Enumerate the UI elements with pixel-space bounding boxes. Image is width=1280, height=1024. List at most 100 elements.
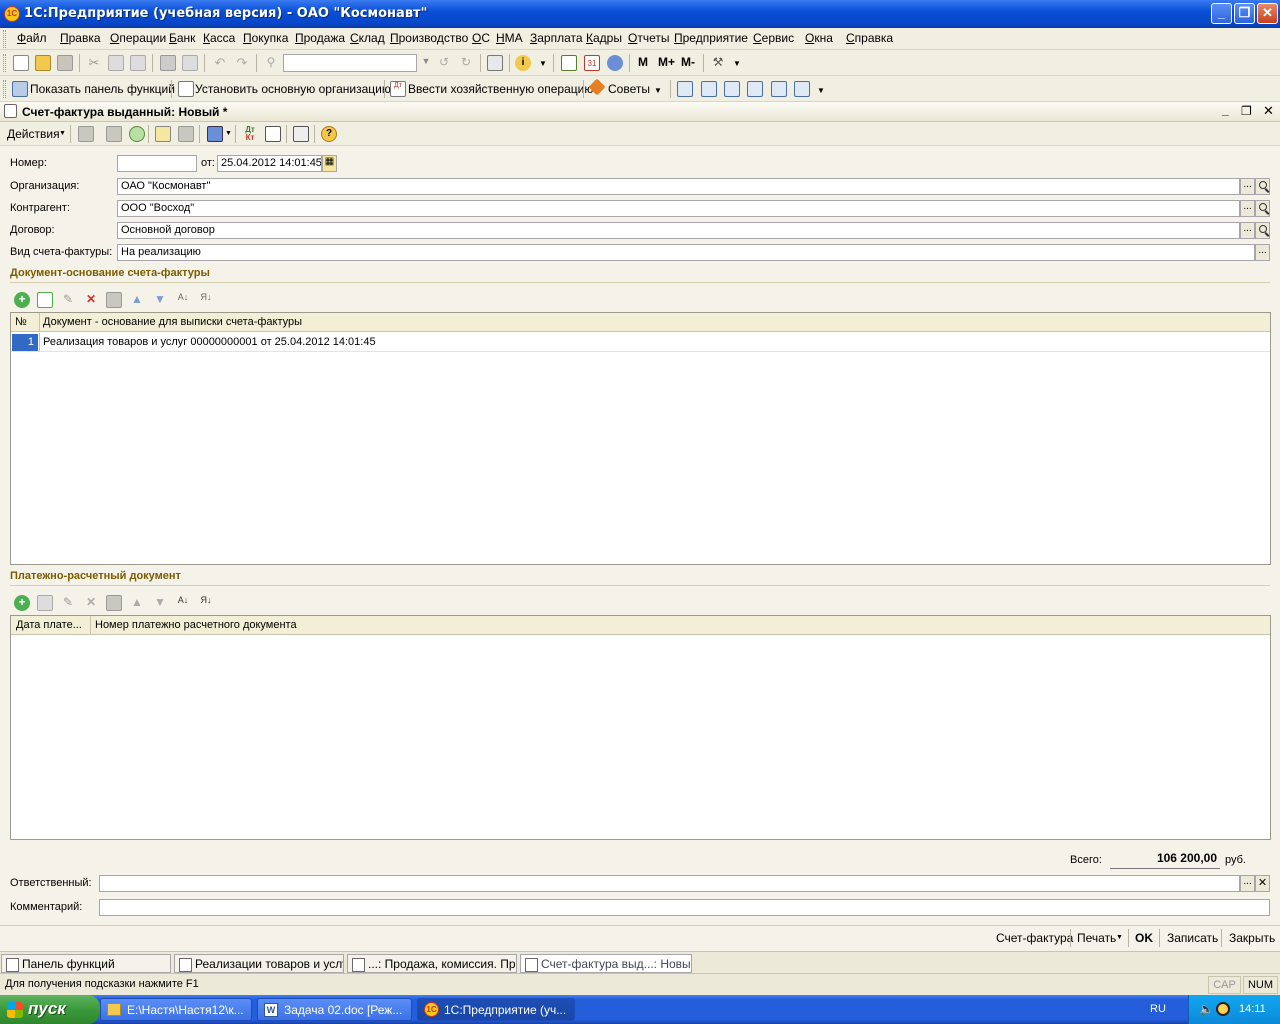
post-icon[interactable] xyxy=(78,126,94,142)
show-functions-panel-button[interactable]: Показать панель функций xyxy=(30,82,175,96)
close-document-button[interactable]: Закрыть xyxy=(1229,931,1275,945)
comment-field[interactable] xyxy=(99,899,1270,916)
contractor-field[interactable]: ООО "Восход" xyxy=(117,200,1240,217)
organization-open-icon[interactable] xyxy=(1255,178,1270,195)
paste-icon[interactable] xyxy=(130,55,146,71)
journal-icon[interactable] xyxy=(677,81,693,97)
print-preview-icon[interactable] xyxy=(182,55,198,71)
calculator-icon[interactable] xyxy=(561,55,577,71)
tab-sales-list[interactable]: Реализации товаров и услуг xyxy=(174,954,344,973)
language-indicator[interactable]: RU xyxy=(1150,1003,1166,1015)
column-header-document[interactable]: Документ - основание для выписки счета-ф… xyxy=(43,316,302,328)
date-field[interactable]: 25.04.2012 14:01:45 xyxy=(217,155,322,172)
start-button[interactable]: пуск xyxy=(0,995,100,1024)
undo-icon[interactable]: ↶ xyxy=(212,55,228,71)
unpost-icon[interactable] xyxy=(106,126,122,142)
help-icon[interactable]: ? xyxy=(321,126,337,142)
menu-windows[interactable]: Окна xyxy=(805,31,833,45)
row-number-cell[interactable]: 1 xyxy=(12,334,38,351)
table-row[interactable]: 1 Реализация товаров и услуг 00000000001… xyxy=(11,333,1270,352)
actions-dropdown-icon[interactable]: ▼ xyxy=(59,130,66,137)
contract-open-icon[interactable] xyxy=(1255,222,1270,239)
more-dropdown-icon[interactable]: ▼ xyxy=(813,86,829,102)
move-up-icon[interactable]: ▲ xyxy=(129,292,145,308)
responsible-select-button[interactable]: ... xyxy=(1240,875,1255,892)
save-icon[interactable] xyxy=(57,55,73,71)
tab-invoice[interactable]: Счет-фактура выд...: Новый * xyxy=(520,954,692,973)
search-dropdown-icon[interactable]: ▼ xyxy=(418,56,434,72)
menu-help[interactable]: Справка xyxy=(846,31,893,45)
tips-button[interactable]: Советы xyxy=(608,82,650,96)
save-button[interactable]: Записать xyxy=(1167,931,1218,945)
tools-dropdown-icon[interactable]: ▼ xyxy=(729,59,745,75)
organization-field[interactable]: ОАО "Космонавт" xyxy=(117,178,1240,195)
search-prev-icon[interactable]: ↺ xyxy=(436,55,452,71)
menu-fixed-assets[interactable]: ОС xyxy=(472,31,490,45)
sort-asc-payment-icon[interactable]: A↓ xyxy=(175,595,191,611)
actions-menu[interactable]: Действия xyxy=(7,127,60,141)
move-up-payment-icon[interactable]: ▲ xyxy=(129,595,145,611)
task-word[interactable]: W Задача 02.doc [Реж... xyxy=(257,998,412,1021)
move-down-payment-icon[interactable]: ▼ xyxy=(152,595,168,611)
menu-cash[interactable]: Касса xyxy=(203,31,235,45)
tips-dropdown-icon[interactable]: ▼ xyxy=(650,86,666,102)
menu-intangibles[interactable]: НМА xyxy=(496,31,523,45)
row-document-cell[interactable]: Реализация товаров и услуг 00000000001 о… xyxy=(43,336,376,348)
windows-icon[interactable] xyxy=(487,55,503,71)
edit-row-icon[interactable]: ✎ xyxy=(60,292,76,308)
ok-button[interactable]: OK xyxy=(1135,931,1153,945)
minimize-button[interactable]: _ xyxy=(1211,3,1232,24)
responsible-field[interactable] xyxy=(99,875,1240,892)
tab-functions-panel[interactable]: Панель функций xyxy=(1,954,171,973)
invoice-type-select-button[interactable]: ... xyxy=(1255,244,1270,261)
menu-production[interactable]: Производство xyxy=(390,31,468,45)
contract-select-button[interactable]: ... xyxy=(1240,222,1255,239)
go-to-dropdown-icon[interactable]: ▼ xyxy=(225,130,232,137)
search-input[interactable] xyxy=(283,54,417,72)
add-row-icon[interactable]: + xyxy=(14,292,30,308)
menu-purchase[interactable]: Покупка xyxy=(243,31,288,45)
menu-bank[interactable]: Банк xyxy=(169,31,195,45)
column-header-payment-number[interactable]: Номер платежно расчетного документа xyxy=(95,619,297,631)
menu-reports[interactable]: Отчеты xyxy=(628,31,670,45)
sort-desc-icon[interactable]: Я↓ xyxy=(198,292,214,308)
settings-icon[interactable] xyxy=(794,81,810,97)
end-edit-payment-icon[interactable] xyxy=(106,595,122,611)
structure-icon[interactable] xyxy=(178,126,194,142)
search-next-icon[interactable]: ↻ xyxy=(458,55,474,71)
menu-salary[interactable]: Зарплата xyxy=(530,31,583,45)
menu-service[interactable]: Сервис xyxy=(753,31,794,45)
users-icon[interactable] xyxy=(607,55,623,71)
invoice-print-button[interactable]: Счет-фактура xyxy=(996,931,1073,945)
invoice-type-field[interactable]: На реализацию xyxy=(117,244,1255,261)
documents-journal-icon[interactable] xyxy=(747,81,763,97)
sort-asc-icon[interactable]: A↓ xyxy=(175,292,191,308)
delete-row-icon[interactable]: ✕ xyxy=(83,292,99,308)
menu-enterprise[interactable]: Предприятие xyxy=(674,31,748,45)
maximize-button[interactable]: ❐ xyxy=(1234,3,1255,24)
organization-select-button[interactable]: ... xyxy=(1240,178,1255,195)
menu-sales[interactable]: Продажа xyxy=(295,31,345,45)
info-dropdown-icon[interactable]: ▼ xyxy=(535,59,551,75)
number-field[interactable] xyxy=(117,155,197,172)
menu-warehouse[interactable]: Склад xyxy=(350,31,385,45)
doc-restore-button[interactable]: ❐ xyxy=(1241,104,1252,118)
menu-file[interactable]: Файл xyxy=(17,31,47,45)
volume-icon[interactable]: 🔈 xyxy=(1199,1002,1214,1016)
contractor-open-icon[interactable] xyxy=(1255,200,1270,217)
tab-sales-document[interactable]: ...: Продажа, комиссия. Пр... xyxy=(347,954,517,973)
search-icon[interactable]: ⚲ xyxy=(263,55,279,71)
memory-plus-button[interactable]: M+ xyxy=(658,55,675,69)
copy-icon[interactable] xyxy=(108,55,124,71)
calendar-icon[interactable]: 31 xyxy=(584,55,600,71)
window-title-bar[interactable]: 1С 1С:Предприятие (учебная версия) - ОАО… xyxy=(0,0,1280,28)
doc-close-button[interactable]: ✕ xyxy=(1263,103,1274,119)
print-icon[interactable] xyxy=(160,55,176,71)
copy-row-icon[interactable] xyxy=(37,292,53,308)
tray-app-icon[interactable] xyxy=(1216,1002,1230,1016)
tools-icon[interactable]: ⚒ xyxy=(710,55,726,71)
responsible-clear-icon[interactable]: ✕ xyxy=(1255,875,1270,892)
sort-desc-payment-icon[interactable]: Я↓ xyxy=(198,595,214,611)
add-payment-icon[interactable]: + xyxy=(14,595,30,611)
chart-of-accounts-icon[interactable] xyxy=(701,81,717,97)
